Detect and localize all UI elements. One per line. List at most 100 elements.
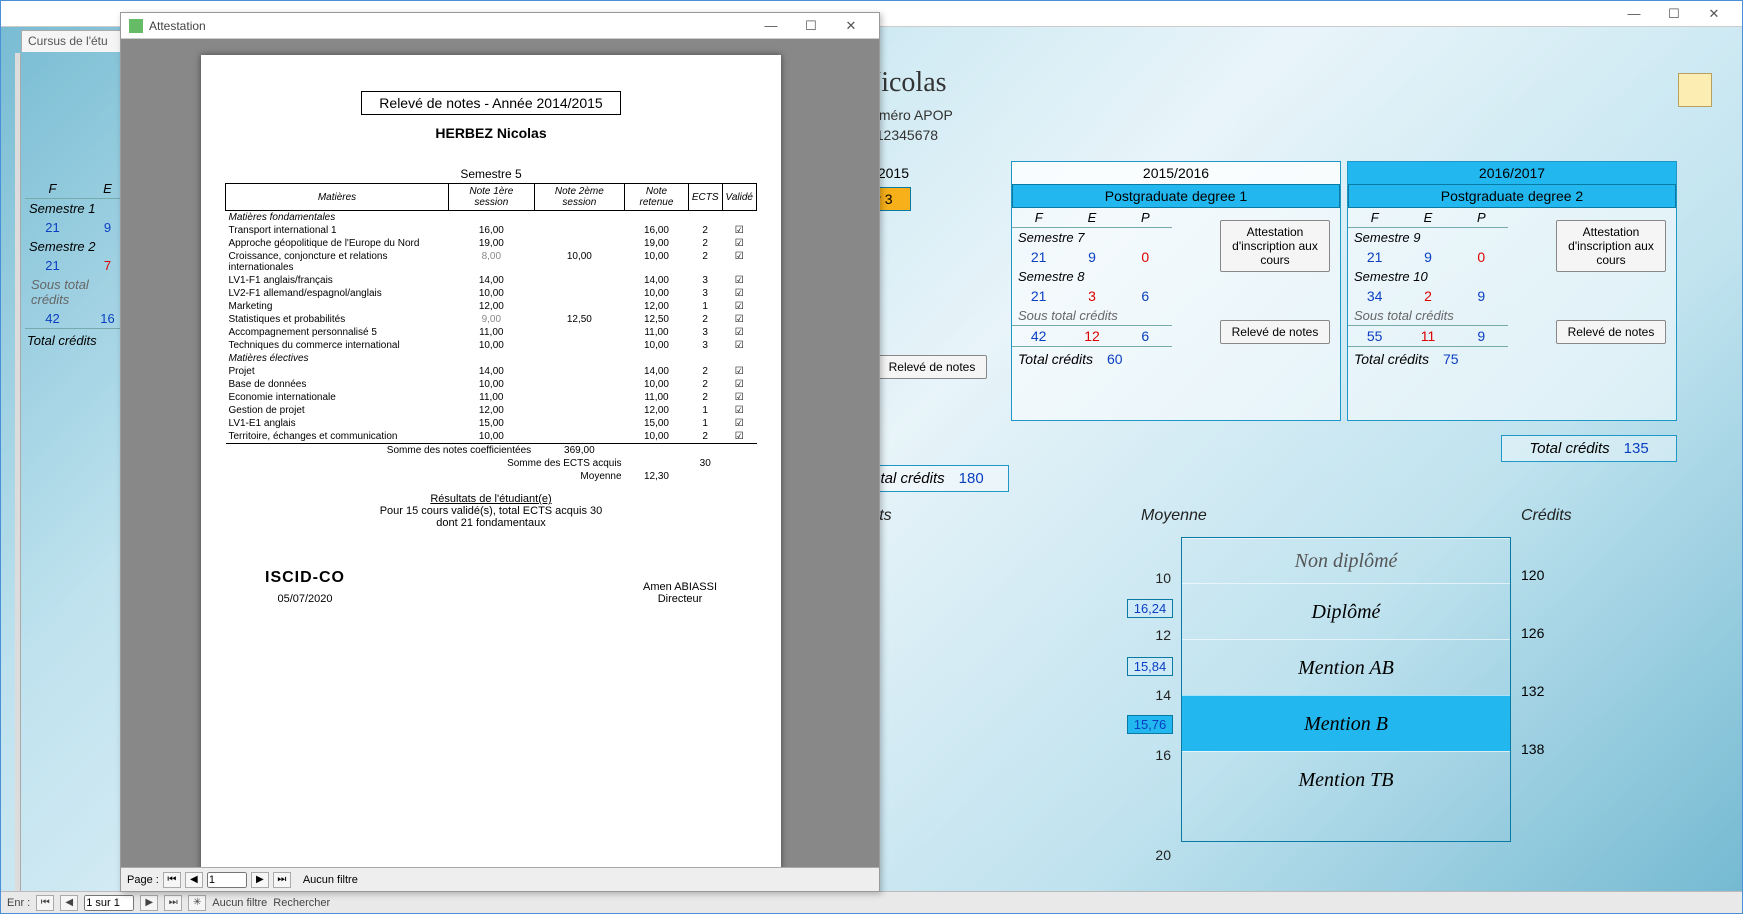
prev-button[interactable]: ◀	[60, 895, 78, 911]
cell: 9	[1455, 286, 1508, 306]
overall-total: Total crédits 135	[1501, 435, 1677, 462]
table-row: Territoire, échanges et communication10,…	[226, 430, 757, 444]
year-card-2015-2016: 2015/2016 Postgraduate degree 1 F E P Se…	[1011, 161, 1341, 421]
attest-button[interactable]: Attestation d'inscription aux cours	[1220, 220, 1330, 272]
table-row: Gestion de projet12,0012,001☑	[226, 404, 757, 417]
label: Total crédits	[1529, 440, 1609, 457]
mention: Diplômé	[1182, 583, 1510, 639]
col-f: F	[1348, 208, 1401, 227]
attest-button[interactable]: Attestation d'inscription aux cours	[1556, 220, 1666, 272]
sem-label: Semestre 1	[25, 199, 135, 218]
close-button[interactable]: ✕	[1694, 6, 1734, 22]
cell: 0	[1119, 247, 1172, 267]
report-semestre: Semestre 5	[225, 167, 757, 181]
search-label[interactable]: Rechercher	[273, 897, 330, 909]
table-row: LV1-E1 anglais15,0015,001☑	[226, 417, 757, 430]
cell: 21	[25, 256, 80, 275]
releve-button[interactable]: Relevé de notes	[1556, 320, 1666, 344]
page-input[interactable]	[207, 872, 247, 888]
attestation-titlebar: Attestation — ☐ ✕	[121, 13, 879, 39]
results-sub: dont 21 fondamentaux	[436, 517, 545, 529]
next-button[interactable]: ▶	[251, 872, 269, 888]
cursus-tab[interactable]: Cursus de l'étu	[21, 30, 131, 52]
minimize-button[interactable]: —	[751, 18, 791, 33]
record-input[interactable]	[84, 895, 134, 911]
cell: 3	[1065, 286, 1118, 306]
results-block: Résultats de l'étudiant(e) Pour 15 cours…	[225, 493, 757, 529]
degree-label: Postgraduate degree 2	[1348, 184, 1676, 208]
table-row: Statistiques et probabilités9,0012,5012,…	[226, 313, 757, 326]
cell: 21	[25, 218, 80, 237]
credit-val: 132	[1521, 683, 1544, 699]
total-label: Total crédits	[1018, 351, 1093, 367]
mention: Mention AB	[1182, 639, 1510, 695]
prev-button[interactable]: ◀	[185, 872, 203, 888]
col-ects: ECTS	[688, 184, 722, 211]
table-row: Croissance, conjoncture et relations int…	[226, 250, 757, 274]
record-label: Enr :	[7, 897, 30, 909]
col-f: F	[25, 179, 80, 198]
cell: 21	[1348, 247, 1401, 267]
table-row: Accompagnement personnalisé 511,0011,003…	[226, 326, 757, 339]
cell: 6	[1119, 326, 1172, 346]
credit-val: 120	[1521, 567, 1544, 583]
new-button[interactable]: ✳	[188, 895, 206, 911]
page-navigator: Page : ⏮ ◀ ▶ ⏭ Aucun filtre	[121, 867, 879, 891]
col-n2: Note 2ème session	[534, 184, 624, 211]
maximize-button[interactable]: ☐	[791, 18, 831, 34]
window-title: Attestation	[149, 19, 206, 33]
sem-label: Semestre 2	[25, 237, 135, 256]
col-nr: Note retenue	[625, 184, 689, 211]
releve-button[interactable]: Relevé de notes	[1220, 320, 1330, 344]
page-label: Page :	[127, 874, 159, 886]
cell: 6	[1119, 286, 1172, 306]
value: 135	[1624, 440, 1649, 457]
col-p: P	[1455, 208, 1508, 227]
mention: Non diplômé	[1182, 538, 1510, 583]
year-label: 2016/2017	[1348, 162, 1676, 184]
year-card-2016-2017: 2016/2017 Postgraduate degree 2 F E P Se…	[1347, 161, 1677, 421]
next-button[interactable]: ▶	[140, 895, 158, 911]
cell: 12	[1065, 326, 1118, 346]
table-row: Base de données10,0010,002☑	[226, 378, 757, 391]
maximize-button[interactable]: ☐	[1654, 6, 1694, 22]
total-label: Total crédits	[1354, 351, 1429, 367]
credit-val: 126	[1521, 625, 1544, 641]
tick: 10	[1155, 570, 1171, 586]
nofilter-label: Aucun filtre	[212, 897, 267, 909]
credits-header: Crédits	[1521, 507, 1572, 525]
table-row: Transport international 116,0016,002☑	[226, 224, 757, 237]
table-row: Approche géopolitique de l'Europe du Nor…	[226, 237, 757, 250]
logo: ISCID-CO	[265, 569, 345, 587]
mention: Mention B	[1182, 695, 1510, 751]
mentions-ladder: Non diplômé Diplômé Mention AB Mention B…	[1181, 537, 1511, 842]
cell: 9	[1401, 247, 1454, 267]
app-icon	[129, 19, 143, 33]
credit-val: 138	[1521, 741, 1544, 757]
vertical-splitter[interactable]	[15, 53, 21, 891]
report-viewport[interactable]: Relevé de notes - Année 2014/2015 HERBEZ…	[121, 39, 879, 867]
total-value: 60	[1107, 351, 1123, 367]
minimize-button[interactable]: —	[1614, 6, 1654, 21]
total-value: 75	[1443, 351, 1459, 367]
last-button[interactable]: ⏭	[273, 872, 291, 888]
moy-box: 15,76	[1127, 715, 1173, 734]
close-button[interactable]: ✕	[831, 18, 871, 34]
year-label: 2015/2016	[1012, 162, 1340, 184]
degree-label: Postgraduate degree 1	[1012, 184, 1340, 208]
cell: 21	[1012, 286, 1065, 306]
first-button[interactable]: ⏮	[36, 895, 54, 911]
tick: 20	[1155, 847, 1171, 863]
mention: Mention TB	[1182, 751, 1510, 841]
cell: 0	[1455, 247, 1508, 267]
col-e: E	[1401, 208, 1454, 227]
nofilter-label: Aucun filtre	[303, 874, 358, 886]
releve-button[interactable]: Relevé de notes	[877, 355, 987, 379]
cell: 2	[1401, 286, 1454, 306]
moyenne-scale: 10 12 14 16 20 16,24 15,84 15,76	[1091, 537, 1171, 877]
first-button[interactable]: ⏮	[163, 872, 181, 888]
report-button[interactable]	[1678, 73, 1712, 107]
tick: 16	[1155, 747, 1171, 763]
last-button[interactable]: ⏭	[164, 895, 182, 911]
table-row: Economie internationale11,0011,002☑	[226, 391, 757, 404]
